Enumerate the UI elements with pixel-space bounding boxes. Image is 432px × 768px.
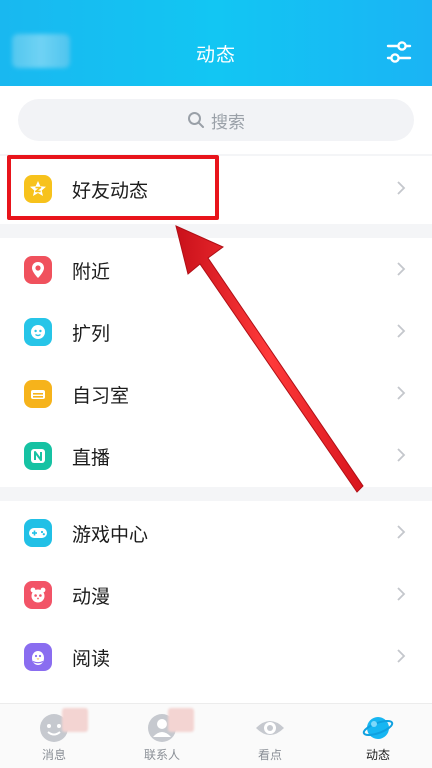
bottom-tab-bar: 消息 联系人 看点 动态 (0, 703, 432, 768)
menu-item-label: 扩列 (72, 323, 111, 345)
chevron-right-icon (397, 262, 406, 276)
live-n-icon (24, 442, 52, 470)
tab-label: 看点 (257, 748, 282, 762)
tab-contacts[interactable]: 联系人 (108, 704, 216, 768)
top-bar: 动态 (0, 0, 432, 86)
menu-item-label: 直播 (72, 447, 111, 469)
tab-label: 联系人 (143, 748, 180, 762)
location-pin-icon (24, 256, 52, 284)
menu-item-game-center[interactable]: 游戏中心 (0, 502, 432, 564)
search-area: 搜索 (0, 86, 432, 154)
menu-item-reading[interactable]: 阅读 (0, 626, 432, 688)
search-icon (188, 112, 204, 128)
chevron-right-icon (397, 324, 406, 338)
menu-item-expand-list[interactable]: 扩列 (0, 301, 432, 363)
chevron-right-icon (397, 525, 406, 539)
chevron-right-icon (397, 448, 406, 462)
section-gap (0, 224, 432, 238)
menu-item-nearby[interactable]: 附近 (0, 239, 432, 301)
avatar (62, 708, 88, 732)
search-placeholder: 搜索 (211, 112, 245, 133)
chevron-right-icon (397, 649, 406, 663)
penguin-icon (24, 643, 52, 671)
tab-label: 动态 (365, 748, 390, 762)
menu-item-friends-feed[interactable]: 好友动态 (0, 158, 432, 220)
menu-item-live[interactable]: 直播 (0, 425, 432, 487)
divider (0, 154, 432, 156)
eye-icon (256, 721, 284, 735)
page-title: 动态 (195, 44, 236, 66)
tab-watch[interactable]: 看点 (216, 704, 324, 768)
friend-star-icon (24, 175, 52, 203)
menu-item-label: 附近 (72, 261, 111, 283)
face-plus-icon (24, 318, 52, 346)
menu-item-anime[interactable]: 动漫 (0, 564, 432, 626)
planet-icon (362, 717, 394, 739)
chevron-right-icon (397, 587, 406, 601)
menu-item-label: 游戏中心 (72, 524, 149, 546)
sliders-icon[interactable] (386, 40, 412, 64)
search-input[interactable]: 搜索 (18, 99, 414, 141)
panda-icon (24, 581, 52, 609)
menu-item-study-room[interactable]: 自习室 (0, 363, 432, 425)
menu-item-label: 阅读 (72, 648, 111, 670)
section-gap (0, 487, 432, 501)
tab-messages[interactable]: 消息 (0, 704, 108, 768)
tab-label: 消息 (41, 748, 66, 762)
chevron-right-icon (397, 181, 406, 195)
menu-item-label: 好友动态 (72, 180, 149, 202)
avatar (168, 708, 194, 732)
gamepad-icon (24, 519, 52, 547)
bed-icon (24, 380, 52, 408)
tab-feed[interactable]: 动态 (324, 704, 432, 768)
menu-item-label: 自习室 (72, 385, 130, 407)
chevron-right-icon (397, 386, 406, 400)
menu-item-label: 动漫 (72, 586, 111, 608)
